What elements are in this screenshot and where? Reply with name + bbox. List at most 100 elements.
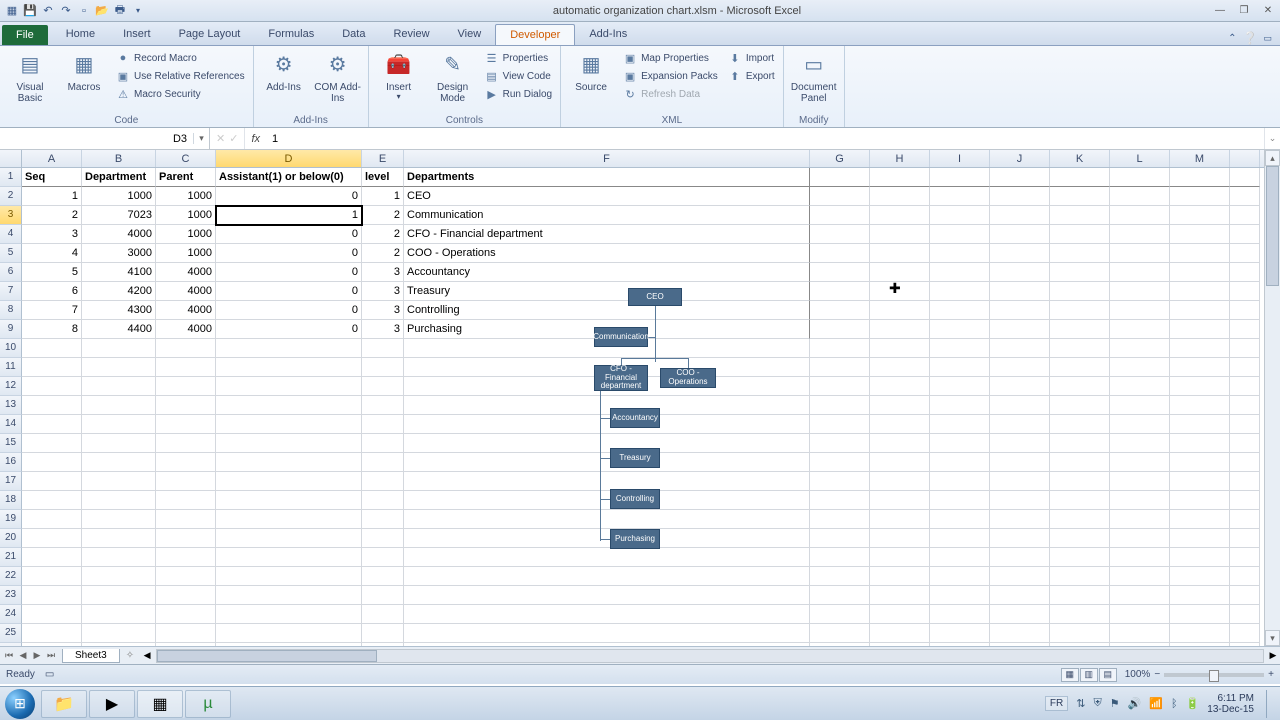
cell[interactable] [362,415,404,434]
cell[interactable] [870,586,930,605]
cell[interactable] [22,548,82,567]
cell[interactable]: Accountancy [404,263,810,282]
row-header[interactable]: 26 [0,643,22,646]
cell[interactable] [870,396,930,415]
tray-volume-icon[interactable]: 🔊 [1128,697,1142,710]
cell[interactable] [1050,548,1110,567]
cell[interactable] [810,244,870,263]
cell[interactable]: 1000 [82,187,156,206]
cell[interactable]: 5 [22,263,82,282]
cell[interactable]: 3 [362,301,404,320]
vertical-scroll-thumb[interactable] [1266,166,1279,286]
row-header[interactable]: 17 [0,472,22,491]
cell[interactable] [362,377,404,396]
cell[interactable] [990,491,1050,510]
tab-data[interactable]: Data [328,24,379,45]
cell[interactable] [1230,320,1260,339]
cell[interactable] [156,605,216,624]
cell[interactable] [870,548,930,567]
cell[interactable] [404,491,810,510]
properties-button[interactable]: ☰Properties [483,50,554,66]
cell[interactable] [216,339,362,358]
column-header-F[interactable]: F [404,150,810,167]
cell[interactable] [82,548,156,567]
tab-developer[interactable]: Developer [495,24,575,45]
cell[interactable] [22,472,82,491]
cell[interactable] [1050,301,1110,320]
cell[interactable] [1170,643,1230,646]
cell[interactable] [216,624,362,643]
cancel-formula-icon[interactable]: ✕ [216,132,225,145]
cell[interactable] [1110,320,1170,339]
sheet-tab-active[interactable]: Sheet3 [62,649,120,663]
cell[interactable] [1110,643,1170,646]
row-header[interactable]: 5 [0,244,22,263]
cell[interactable] [362,491,404,510]
cell[interactable] [1230,263,1260,282]
cell[interactable]: 3 [362,282,404,301]
cell[interactable] [810,168,870,187]
cell[interactable] [810,605,870,624]
cell[interactable] [1110,586,1170,605]
cell[interactable] [930,605,990,624]
row-header[interactable]: 20 [0,529,22,548]
cell[interactable] [216,358,362,377]
run-dialog-button[interactable]: ▶Run Dialog [483,86,554,102]
cell[interactable] [156,491,216,510]
cell[interactable] [930,548,990,567]
cell[interactable] [1170,358,1230,377]
qat-dropdown-icon[interactable]: ▾ [130,3,146,19]
cell[interactable]: Communication [404,206,810,225]
map-properties-button[interactable]: ▣Map Properties [621,50,720,66]
cell[interactable] [930,244,990,263]
cell[interactable]: 4000 [156,282,216,301]
cell[interactable] [1170,187,1230,206]
cell[interactable] [870,529,930,548]
cell[interactable]: 4300 [82,301,156,320]
cell[interactable] [810,225,870,244]
cell[interactable] [930,282,990,301]
row-header[interactable]: 18 [0,491,22,510]
row-header[interactable]: 16 [0,453,22,472]
print-preview-icon[interactable]: 🖶 [112,3,128,19]
cell[interactable] [1050,320,1110,339]
cell[interactable] [810,510,870,529]
cell[interactable] [810,586,870,605]
tab-formulas[interactable]: Formulas [254,24,328,45]
cell[interactable] [810,548,870,567]
cell[interactable] [156,396,216,415]
show-desktop-button[interactable] [1266,690,1274,718]
row-header[interactable]: 21 [0,548,22,567]
cell[interactable] [156,415,216,434]
cell[interactable] [82,339,156,358]
cell[interactable] [1230,187,1260,206]
cell[interactable] [362,567,404,586]
tab-insert[interactable]: Insert [109,24,165,45]
cell[interactable]: 0 [216,320,362,339]
cell[interactable] [156,586,216,605]
cell[interactable] [870,187,930,206]
cell[interactable] [216,529,362,548]
cell[interactable] [990,605,1050,624]
cell[interactable] [22,586,82,605]
document-panel-button[interactable]: ▭Document Panel [790,50,838,104]
cell[interactable] [930,491,990,510]
name-box[interactable]: ▾ [0,128,210,149]
cell[interactable] [1230,567,1260,586]
cell[interactable] [1110,472,1170,491]
cell[interactable] [1170,586,1230,605]
cell[interactable] [82,472,156,491]
cell[interactable] [82,586,156,605]
cell[interactable] [216,605,362,624]
cell[interactable] [216,396,362,415]
cell[interactable] [216,453,362,472]
cell[interactable] [1230,206,1260,225]
zoom-level[interactable]: 100% [1125,669,1151,680]
cell[interactable] [22,358,82,377]
record-macro-button[interactable]: ●Record Macro [114,50,247,66]
taskbar-clock[interactable]: 6:11 PM 13-Dec-15 [1207,693,1254,715]
cell[interactable] [22,339,82,358]
cell[interactable] [1230,282,1260,301]
cell[interactable] [404,472,810,491]
row-header[interactable]: 15 [0,434,22,453]
